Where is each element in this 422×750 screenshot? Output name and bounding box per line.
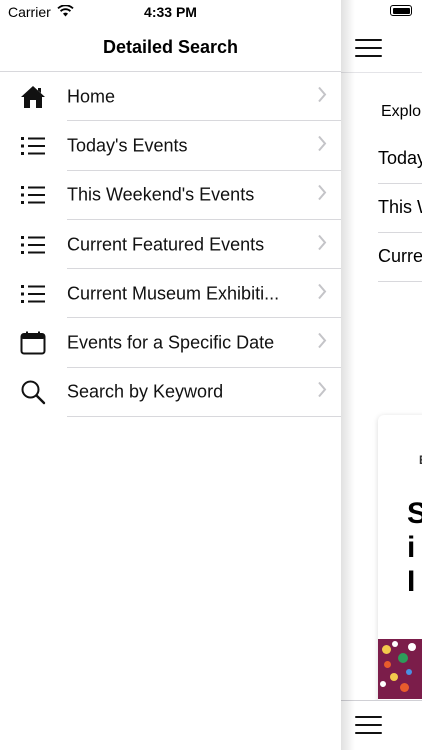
- chevron-right-icon: [317, 332, 327, 354]
- menu-item-label: Current Featured Events: [67, 234, 265, 255]
- hamburger-menu-icon[interactable]: [355, 39, 382, 57]
- menu-item-todays-events[interactable]: Today's Events: [0, 121, 341, 171]
- list-icon: [18, 133, 48, 159]
- battery-icon: [390, 5, 412, 16]
- menu-item-label: Search by Keyword: [67, 381, 224, 402]
- chevron-right-icon: [317, 135, 327, 156]
- menu-shadow: [341, 0, 355, 750]
- menu-item-museum-exhibitions[interactable]: Current Museum Exhibiti...: [0, 269, 341, 319]
- menu-item-specific-date[interactable]: Events for a Specific Date: [0, 318, 341, 368]
- menu-item-weekend-events[interactable]: This Weekend's Events: [0, 171, 341, 220]
- menu-item-label: Current Museum Exhibiti...: [67, 283, 280, 304]
- chevron-right-icon: [317, 283, 327, 304]
- side-menu: Detailed Search Home Today's Events This…: [0, 0, 341, 750]
- card-title: S i I: [407, 497, 422, 598]
- menu-item-label: Home: [67, 86, 116, 107]
- chevron-right-icon: [317, 234, 327, 255]
- menu-item-label: Events for a Specific Date: [67, 332, 275, 353]
- list-item[interactable]: Curre: [378, 246, 422, 267]
- search-icon: [18, 379, 48, 405]
- divider: [67, 416, 341, 418]
- home-icon: [18, 84, 48, 110]
- menu-title: Detailed Search: [102, 37, 239, 57]
- explore-heading: Explo: [381, 103, 422, 120]
- event-card[interactable]: E S i I: [378, 415, 422, 715]
- divider: [378, 183, 422, 184]
- list-icon: [18, 281, 48, 307]
- menu-item-label: This Weekend's Events: [67, 184, 255, 205]
- calendar-icon: [18, 330, 48, 356]
- chevron-right-icon: [317, 86, 327, 107]
- list-item[interactable]: This W: [378, 197, 422, 218]
- hamburger-menu-icon[interactable]: [355, 716, 382, 734]
- clock: 4:33 PM: [144, 4, 197, 20]
- menu-item-label: Today's Events: [67, 135, 188, 156]
- list-icon: [18, 232, 48, 258]
- divider: [378, 232, 422, 233]
- menu-item-home[interactable]: Home: [0, 72, 341, 122]
- status-bar: Carrier 4:33 PM: [0, 0, 422, 24]
- chevron-right-icon: [317, 382, 327, 403]
- menu-item-search-keyword[interactable]: Search by Keyword: [0, 368, 341, 418]
- card-image: [378, 639, 422, 699]
- chevron-right-icon: [317, 185, 327, 206]
- menu-list: Home Today's Events This Weekend's Event…: [0, 72, 341, 418]
- divider: [378, 281, 422, 282]
- list-icon: [18, 182, 48, 208]
- menu-item-featured-events[interactable]: Current Featured Events: [0, 220, 341, 270]
- list-item[interactable]: Today: [378, 148, 422, 169]
